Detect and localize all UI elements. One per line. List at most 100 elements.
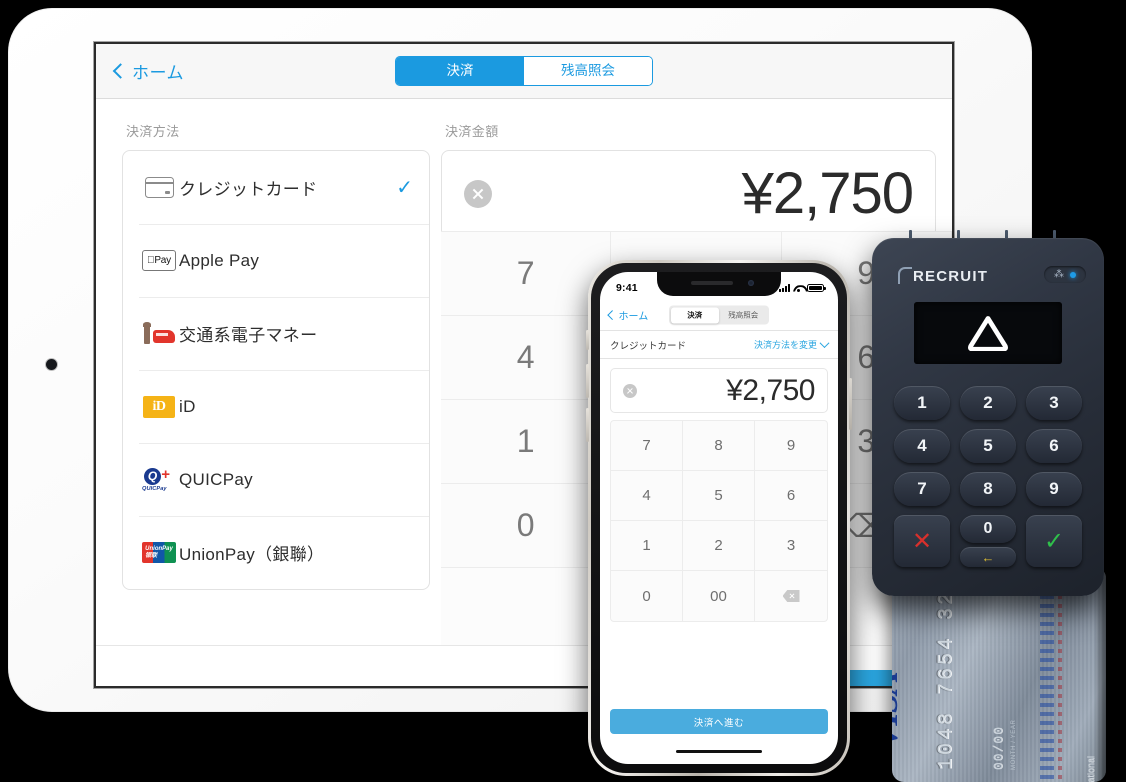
phone-home-indicator[interactable] xyxy=(676,749,762,753)
phone-screen: 9:41 ホーム 決済 残高照会 クレジットカード 決済方法を変更 ¥2,750… xyxy=(600,272,838,764)
phone-key-3[interactable]: 3 xyxy=(755,521,827,571)
payment-method-label: Apple Pay xyxy=(179,250,260,270)
phone-key-00[interactable]: 00 xyxy=(683,571,755,621)
tablet-front-camera-icon xyxy=(46,359,57,370)
reader-key-5[interactable]: 5 xyxy=(960,429,1016,463)
card-expiry: 00/00 xyxy=(991,725,1006,770)
clear-circle-icon[interactable] xyxy=(464,180,492,208)
phone-frame: 9:41 ホーム 決済 残高照会 クレジットカード 決済方法を変更 ¥2,750… xyxy=(586,260,852,776)
phone-volume-down-button[interactable] xyxy=(586,408,589,442)
reader-mid-column: 0 ← xyxy=(960,515,1016,567)
reader-body: RECRUIT ⁂ 1 2 3 4 5 6 7 8 9 ✕ 0 ← ✓ xyxy=(872,238,1104,596)
cellular-signal-icon xyxy=(779,284,790,293)
recruit-mark-icon xyxy=(898,267,912,284)
reader-confirm-button[interactable]: ✓ xyxy=(1026,515,1082,567)
payment-method-label: iD xyxy=(179,396,196,416)
phone-change-method-label: 決済方法を変更 xyxy=(753,340,817,350)
phone-key-1[interactable]: 1 xyxy=(611,521,683,571)
earpiece-speaker-icon xyxy=(691,281,733,285)
chevron-left-icon xyxy=(112,63,129,79)
phone-amount-display: ¥2,750 xyxy=(610,368,828,413)
payment-method-label: 交通系電子マネー xyxy=(179,326,318,345)
phone-volume-up-button[interactable] xyxy=(586,364,589,398)
payment-method-section-label: 決済方法 xyxy=(126,124,180,139)
visa-credit-card: 1048 7654 32 00/00 MONTH / YEAR VISA Int… xyxy=(892,568,1106,782)
tablet-back-home-button[interactable]: ホーム xyxy=(112,59,184,84)
phone-key-6[interactable]: 6 xyxy=(755,471,827,521)
phone-key-8[interactable]: 8 xyxy=(683,421,755,471)
reader-brand-logo: RECRUIT xyxy=(898,267,988,285)
apple-pay-icon: Pay xyxy=(139,250,179,271)
tablet-key-7[interactable]: 7 xyxy=(441,232,612,316)
phone-key-9[interactable]: 9 xyxy=(755,421,827,471)
phone-power-button[interactable] xyxy=(849,378,852,430)
scene: ホーム 決済 残高照会 決済方法 クレジットカード ✓ Pay Apple Pa… xyxy=(0,0,1126,782)
phone-change-method-button[interactable]: 決済方法を変更 xyxy=(753,338,830,351)
phone-mute-switch[interactable] xyxy=(586,330,589,350)
status-led-icon xyxy=(1070,271,1076,278)
phone-nav-bar: ホーム 決済 残高照会 xyxy=(600,300,838,331)
payment-method-id[interactable]: iD iD xyxy=(123,370,429,443)
chevron-down-icon xyxy=(819,338,830,349)
phone-back-home-button[interactable]: ホーム xyxy=(607,308,648,323)
reader-key-7[interactable]: 7 xyxy=(894,472,950,506)
tablet-amount-value: ¥2,750 xyxy=(741,161,914,226)
reader-key-3[interactable]: 3 xyxy=(1026,386,1082,420)
payment-method-label: QUICPay xyxy=(179,469,253,489)
status-time: 9:41 xyxy=(616,282,638,294)
clear-circle-icon[interactable] xyxy=(623,383,637,398)
payment-method-transit-emoney[interactable]: 交通系電子マネー xyxy=(123,297,429,370)
tablet-key-0[interactable]: 0 xyxy=(441,484,612,568)
payment-method-list: クレジットカード ✓ Pay Apple Pay 交通系電子マネー xyxy=(122,150,430,590)
phone-selected-method-row: クレジットカード 決済方法を変更 xyxy=(600,331,838,359)
tablet-tab-payment[interactable]: 決済 xyxy=(396,57,524,85)
quicpay-icon: Q + QUICPay xyxy=(142,465,170,492)
id-icon: iD xyxy=(139,395,179,418)
card-expiry-label: MONTH / YEAR xyxy=(1011,719,1017,770)
payment-method-quicpay[interactable]: Q + QUICPay QUICPay xyxy=(123,443,429,516)
phone-amount-value: ¥2,750 xyxy=(726,373,815,407)
reader-key-0[interactable]: 0 xyxy=(960,515,1016,543)
reader-key-6[interactable]: 6 xyxy=(1026,429,1082,463)
phone-tab-balance[interactable]: 残高照会 xyxy=(719,307,768,323)
phone-proceed-button[interactable]: 決済へ進む xyxy=(610,709,828,734)
payment-method-credit-card[interactable]: クレジットカード ✓ xyxy=(123,151,429,224)
phone-key-4[interactable]: 4 xyxy=(611,471,683,521)
reader-cancel-button[interactable]: ✕ xyxy=(894,515,950,567)
reader-key-2[interactable]: 2 xyxy=(960,386,1016,420)
reader-bluetooth-indicator: ⁂ xyxy=(1044,266,1086,283)
reader-key-4[interactable]: 4 xyxy=(894,429,950,463)
airpay-triangle-logo xyxy=(968,316,1008,351)
reader-key-9[interactable]: 9 xyxy=(1026,472,1082,506)
unionpay-icon: UnionPay 银联 xyxy=(139,542,179,563)
payment-method-apple-pay[interactable]: Pay Apple Pay xyxy=(123,224,429,297)
battery-icon xyxy=(807,283,826,293)
tablet-segmented-control[interactable]: 決済 残高照会 xyxy=(395,56,653,86)
reader-backspace-button[interactable]: ← xyxy=(960,547,1016,567)
front-camera-icon xyxy=(748,280,754,286)
phone-key-5[interactable]: 5 xyxy=(683,471,755,521)
tablet-back-label: ホーム xyxy=(132,63,184,83)
reader-keypad[interactable]: 1 2 3 4 5 6 7 8 9 ✕ 0 ← ✓ xyxy=(894,386,1082,567)
phone-keypad[interactable]: 7 8 9 4 5 6 1 2 3 0 00 xyxy=(610,420,828,622)
reader-key-8[interactable]: 8 xyxy=(960,472,1016,506)
wifi-icon xyxy=(793,284,804,293)
phone-key-2[interactable]: 2 xyxy=(683,521,755,571)
selected-check-icon: ✓ xyxy=(396,176,413,199)
card-hologram-stripe-2 xyxy=(1058,568,1062,782)
payment-method-label: クレジットカード xyxy=(179,180,318,199)
phone-key-backspace[interactable] xyxy=(755,571,827,621)
reader-key-1[interactable]: 1 xyxy=(894,386,950,420)
phone-tab-payment[interactable]: 決済 xyxy=(670,307,719,323)
card-reader-device: RECRUIT ⁂ 1 2 3 4 5 6 7 8 9 ✕ 0 ← ✓ xyxy=(872,228,1104,596)
phone-key-7[interactable]: 7 xyxy=(611,421,683,471)
card-number: 1048 7654 32 xyxy=(935,589,958,770)
credit-card-icon xyxy=(139,177,179,198)
tablet-tab-balance[interactable]: 残高照会 xyxy=(524,57,652,85)
tablet-payment-method-column: 決済方法 クレジットカード ✓ Pay Apple Pay xyxy=(96,99,441,645)
payment-method-unionpay[interactable]: UnionPay 银联 UnionPay（銀聯） xyxy=(123,516,429,589)
tablet-amount-display: ¥2,750 xyxy=(441,150,936,238)
phone-segmented-control[interactable]: 決済 残高照会 xyxy=(669,305,769,325)
tablet-nav-bar: ホーム 決済 残高照会 xyxy=(96,44,952,99)
phone-key-0[interactable]: 0 xyxy=(611,571,683,621)
